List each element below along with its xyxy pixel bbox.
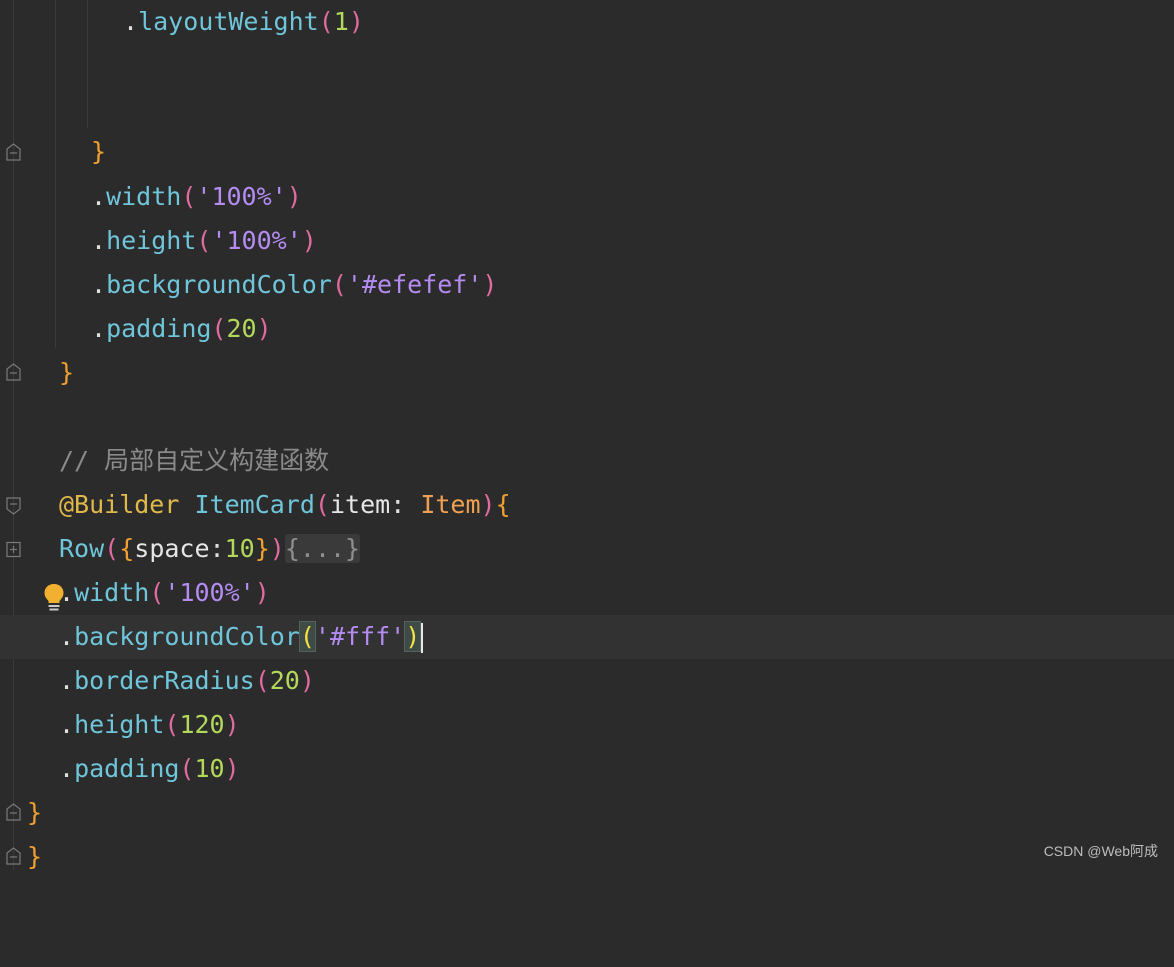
code-line[interactable]: .backgroundColor('#efefef'): [0, 263, 1174, 307]
brace-token: {: [119, 534, 135, 563]
paren-token: (: [196, 226, 212, 255]
text-caret: [421, 623, 424, 653]
colon-token: :: [390, 490, 406, 519]
code-token: .: [91, 314, 107, 343]
brace-token: }: [59, 358, 75, 387]
paren-token: (: [318, 7, 334, 36]
paren-token: (: [181, 182, 197, 211]
string-token: '#fff': [314, 622, 406, 651]
code-token: .: [123, 7, 139, 36]
number-token: 1: [333, 7, 349, 36]
code-token: .: [91, 270, 107, 299]
paren-token: ): [482, 270, 498, 299]
code-token: .: [59, 710, 75, 739]
method-token: width: [74, 578, 150, 607]
paren-token: ): [256, 314, 272, 343]
method-token: width: [106, 182, 182, 211]
code-token: .: [59, 622, 75, 651]
string-token: '100%': [196, 182, 287, 211]
paren-token: (: [104, 534, 120, 563]
paren-token: ): [269, 534, 285, 563]
number-token: 20: [226, 314, 257, 343]
code-line[interactable]: .borderRadius(20): [0, 659, 1174, 703]
code-line[interactable]: .height(120): [0, 703, 1174, 747]
method-token: height: [106, 226, 197, 255]
fold-expand-icon[interactable]: [6, 541, 21, 559]
number-token: 120: [179, 710, 225, 739]
brace-token: }: [27, 842, 43, 871]
code-line[interactable]: .width('100%'): [0, 571, 1174, 615]
folded-code-block[interactable]: {...}: [284, 534, 361, 563]
colon-token: :: [209, 534, 225, 563]
fold-collapse-icon[interactable]: [6, 497, 21, 515]
string-token: '100%': [164, 578, 255, 607]
code-token: .: [91, 226, 107, 255]
method-token: padding: [106, 314, 212, 343]
number-token: 20: [269, 666, 300, 695]
code-token: .: [59, 754, 75, 783]
brace-token: }: [91, 137, 107, 166]
paren-token: (: [331, 270, 347, 299]
comment-token: // 局部自定义构建函数: [59, 446, 330, 475]
number-token: 10: [224, 534, 255, 563]
code-line[interactable]: @Builder ItemCard(item: Item){: [0, 483, 1174, 527]
key-token: space: [134, 534, 210, 563]
param-token: item: [329, 490, 391, 519]
method-token: height: [74, 710, 165, 739]
code-editor[interactable]: .layoutWeight(1) } .width('100%') .heigh…: [0, 0, 1174, 871]
paren-token: ): [299, 666, 315, 695]
method-token: padding: [74, 754, 180, 783]
method-token: backgroundColor: [74, 622, 300, 651]
method-token: backgroundColor: [106, 270, 332, 299]
matched-paren-token: ): [404, 621, 422, 652]
fold-end-icon[interactable]: [6, 363, 21, 381]
code-line-current[interactable]: .backgroundColor('#fff'): [0, 615, 1174, 659]
paren-token: (: [254, 666, 270, 695]
lightbulb-icon[interactable]: [43, 583, 65, 613]
code-line[interactable]: .layoutWeight(1): [0, 0, 1174, 44]
paren-token: ): [224, 710, 240, 739]
brace-token: }: [27, 798, 43, 827]
number-token: 10: [194, 754, 225, 783]
paren-token: (: [314, 490, 330, 519]
paren-token: ): [348, 7, 364, 36]
string-token: '100%': [211, 226, 302, 255]
watermark: CSDN @Web阿成: [1043, 843, 1158, 859]
paren-token: (: [149, 578, 165, 607]
paren-token: (: [211, 314, 227, 343]
code-line[interactable]: .padding(20): [0, 307, 1174, 351]
code-line[interactable]: .padding(10): [0, 747, 1174, 791]
paren-token: (: [164, 710, 180, 739]
code-line[interactable]: .width('100%'): [0, 175, 1174, 219]
paren-token: ): [301, 226, 317, 255]
code-line[interactable]: // 局部自定义构建函数: [0, 439, 1174, 483]
string-token: '#efefef': [346, 270, 483, 299]
code-token: .: [59, 666, 75, 695]
code-token: .: [91, 182, 107, 211]
fold-end-icon[interactable]: [6, 803, 21, 821]
component-token: Row: [59, 534, 105, 563]
matched-paren-token: (: [298, 621, 316, 652]
function-name-token: ItemCard: [194, 490, 315, 519]
paren-token: ): [254, 578, 270, 607]
paren-token: (: [179, 754, 195, 783]
fold-end-icon[interactable]: [6, 847, 21, 865]
type-token: Item: [420, 490, 481, 519]
paren-token: ): [480, 490, 496, 519]
code-line[interactable]: Row({space:10}){...}: [0, 527, 1174, 571]
code-line[interactable]: }: [0, 835, 1174, 879]
paren-token: ): [286, 182, 302, 211]
decorator-token: @Builder: [59, 490, 180, 519]
method-token: borderRadius: [74, 666, 255, 695]
brace-token: {: [495, 490, 511, 519]
method-token: layoutWeight: [138, 7, 319, 36]
code-line[interactable]: }: [0, 791, 1174, 835]
paren-token: ): [224, 754, 240, 783]
code-line[interactable]: .height('100%'): [0, 219, 1174, 263]
fold-end-icon[interactable]: [6, 143, 21, 161]
code-line[interactable]: }: [0, 351, 1174, 395]
code-line[interactable]: }: [0, 130, 1174, 174]
brace-token: }: [254, 534, 270, 563]
